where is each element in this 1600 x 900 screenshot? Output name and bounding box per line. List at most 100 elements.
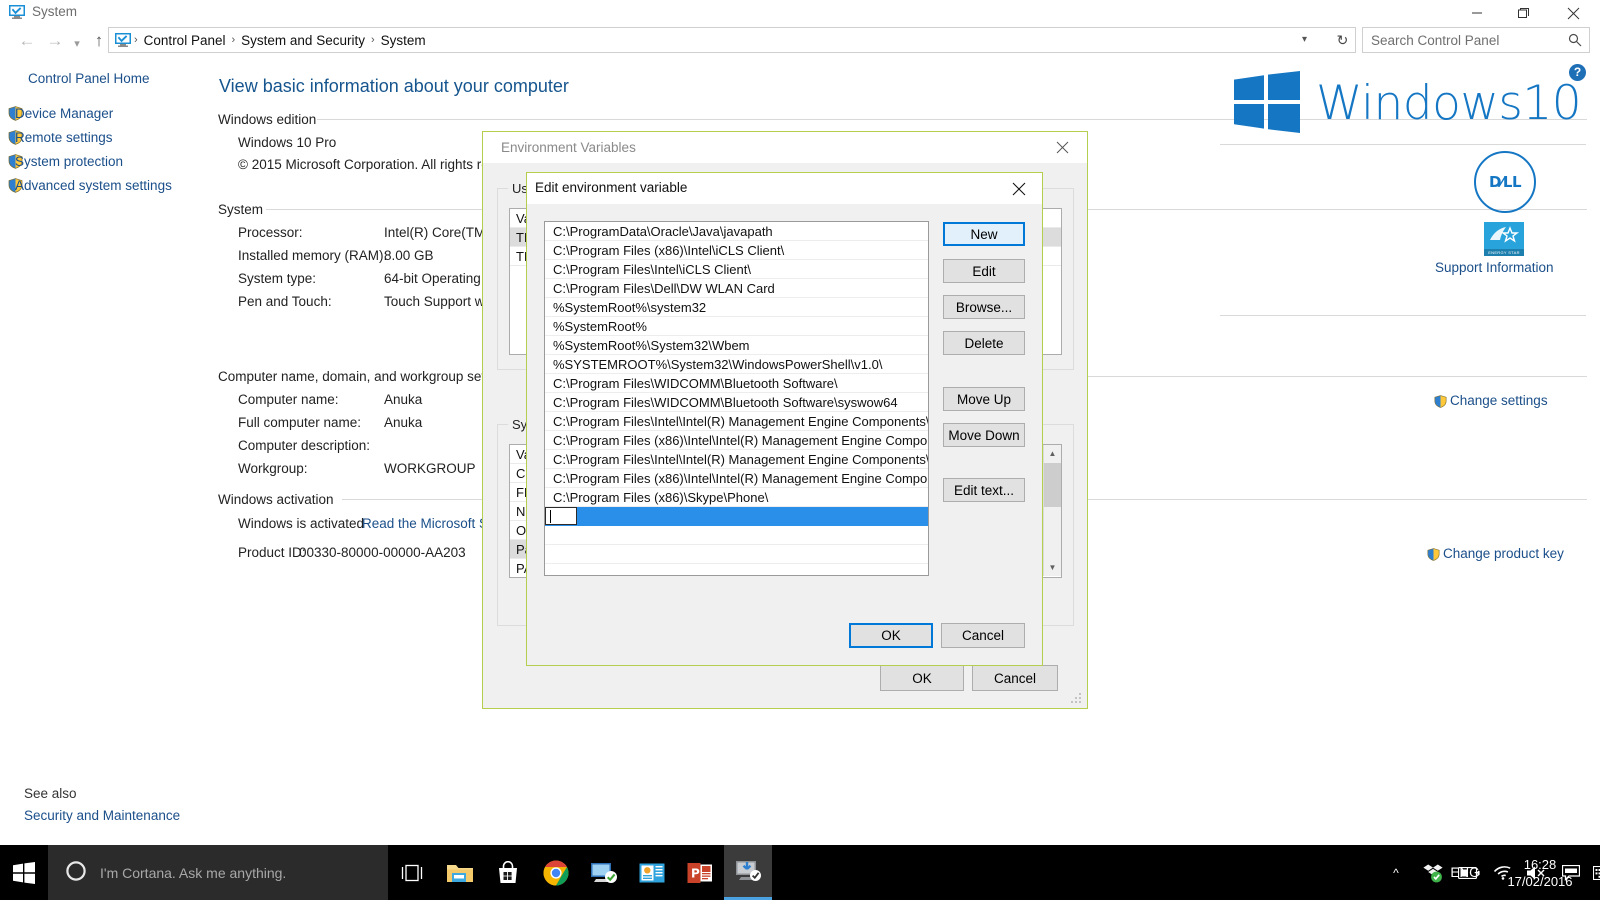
cortana-search-box[interactable]: I'm Cortana. Ask me anything.	[48, 845, 388, 900]
list-item[interactable]	[545, 526, 928, 545]
scroll-up-icon[interactable]: ▲	[1044, 445, 1061, 462]
search-placeholder: Search Control Panel	[1371, 32, 1500, 48]
pen-and-touch-label: Pen and Touch:	[238, 294, 332, 309]
navigation-bar: ← → ▾ ↑ › Control Panel › System and Sec…	[0, 26, 1600, 54]
branding-rule	[1220, 315, 1586, 316]
move-down-button[interactable]: Move Down	[943, 423, 1025, 447]
see-also-heading: See also	[24, 786, 77, 801]
sidebar-item-label: Device Manager	[15, 105, 114, 121]
list-item[interactable]	[545, 564, 928, 575]
breadcrumb[interactable]: › Control Panel › System and Security › …	[108, 27, 1338, 53]
powerpoint-icon[interactable]: P	[676, 845, 724, 900]
support-information-link[interactable]: Support Information	[1435, 260, 1554, 275]
clock[interactable]: 16:28 17/02/2016	[1495, 845, 1585, 900]
breadcrumb-item-system[interactable]: System	[376, 33, 431, 48]
list-item[interactable]	[545, 545, 928, 564]
microsoft-store-icon[interactable]	[484, 845, 532, 900]
close-button[interactable]	[1550, 0, 1596, 26]
taskbar: I'm Cortana. Ask me anything. P ^ ENG 16…	[0, 845, 1600, 900]
svg-text:P: P	[691, 866, 700, 880]
scrollbar-thumb[interactable]	[1044, 463, 1061, 507]
system-type-label: System type:	[238, 271, 317, 286]
env-ok-button[interactable]: OK	[880, 665, 964, 691]
language-indicator[interactable]: ENG	[1445, 845, 1485, 900]
close-icon[interactable]	[998, 173, 1040, 204]
file-explorer-icon[interactable]	[436, 845, 484, 900]
task-view-icon[interactable]	[388, 845, 436, 900]
edit-cancel-button[interactable]: Cancel	[941, 623, 1025, 648]
scroll-down-icon[interactable]: ▼	[1044, 559, 1061, 576]
list-item[interactable]: C:\Program Files (x86)\Skype\Phone\	[545, 488, 928, 507]
new-button[interactable]: New	[943, 222, 1025, 246]
delete-button[interactable]: Delete	[943, 331, 1025, 355]
sidebar-item-label: Remote settings	[15, 129, 113, 145]
path-entries-listbox[interactable]: C:\ProgramData\Oracle\Java\javapath C:\P…	[544, 221, 929, 576]
list-item[interactable]: C:\Program Files\Intel\Intel(R) Manageme…	[545, 450, 928, 469]
search-icon[interactable]	[1568, 33, 1582, 50]
branding-rule	[1220, 144, 1586, 145]
section-heading-windows-edition: Windows edition	[218, 112, 317, 127]
sidebar-item-remote-settings[interactable]: Remote settings	[8, 127, 113, 147]
recent-locations-icon[interactable]: ▾	[68, 32, 86, 54]
change-settings-link[interactable]: Change settings	[1434, 393, 1548, 408]
search-input[interactable]: Search Control Panel	[1362, 27, 1590, 53]
list-item-editing[interactable]	[545, 507, 928, 526]
list-item[interactable]: C:\Program Files\Dell\DW WLAN Card	[545, 279, 928, 298]
teamviewer-icon[interactable]	[580, 845, 628, 900]
close-icon[interactable]	[1041, 132, 1083, 163]
breadcrumb-item-system-and-security[interactable]: System and Security	[236, 33, 370, 48]
list-item[interactable]: C:\Program Files (x86)\Intel\iCLS Client…	[545, 241, 928, 260]
list-item[interactable]: C:\ProgramData\Oracle\Java\javapath	[545, 222, 928, 241]
refresh-icon[interactable]: ↻	[1330, 27, 1356, 53]
list-item[interactable]: C:\Program Files (x86)\Intel\Intel(R) Ma…	[545, 469, 928, 488]
new-path-input[interactable]	[545, 507, 577, 525]
section-heading-computer-name: Computer name, domain, and workgroup set…	[218, 369, 514, 384]
cortana-circle-icon[interactable]	[65, 860, 87, 885]
edit-button[interactable]: Edit	[943, 259, 1025, 283]
resize-grip-icon[interactable]	[1071, 693, 1083, 705]
list-item[interactable]: %SYSTEMROOT%\System32\WindowsPowerShell\…	[545, 355, 928, 374]
list-item[interactable]: %SystemRoot%\system32	[545, 298, 928, 317]
change-product-key-label: Change product key	[1443, 546, 1564, 561]
system-control-panel-icon[interactable]	[724, 845, 772, 900]
sidebar-item-advanced-system-settings[interactable]: Advanced system settings	[8, 175, 172, 195]
processor-label: Processor:	[238, 225, 303, 240]
sidebar-item-device-manager[interactable]: Device Manager	[8, 103, 113, 123]
system-control-panel-window: System ← → ▾ ↑ › Control Panel › System …	[0, 0, 1600, 900]
list-item[interactable]: %SystemRoot%	[545, 317, 928, 336]
change-settings-label: Change settings	[1450, 393, 1548, 408]
move-up-button[interactable]: Move Up	[943, 387, 1025, 411]
system-variables-scrollbar[interactable]: ▲ ▼	[1043, 445, 1061, 576]
sidebar-item-control-panel-home[interactable]: Control Panel Home	[28, 71, 150, 86]
google-chrome-icon[interactable]	[532, 845, 580, 900]
windows-start-icon[interactable]	[0, 845, 48, 900]
minimize-button[interactable]	[1454, 0, 1500, 26]
processor-value: Intel(R) Core(TM) i	[384, 225, 497, 240]
back-arrow-icon[interactable]: ←	[14, 30, 40, 52]
forward-arrow-icon[interactable]: →	[42, 30, 68, 52]
sidebar-item-security-and-maintenance[interactable]: Security and Maintenance	[24, 808, 180, 823]
list-item[interactable]: C:\Program Files\Intel\Intel(R) Manageme…	[545, 412, 928, 431]
installed-memory-label: Installed memory (RAM):	[238, 248, 388, 263]
edit-ok-button[interactable]: OK	[849, 623, 933, 648]
env-cancel-button[interactable]: Cancel	[972, 665, 1058, 691]
list-item[interactable]: %SystemRoot%\System32\Wbem	[545, 336, 928, 355]
list-item[interactable]: C:\Program Files\Intel\iCLS Client\	[545, 260, 928, 279]
show-hidden-icons-chevron[interactable]: ^	[1381, 845, 1411, 900]
browse-button[interactable]: Browse...	[943, 295, 1025, 319]
touch-keyboard-icon[interactable]	[1590, 845, 1600, 900]
breadcrumb-item-control-panel[interactable]: Control Panel	[139, 33, 231, 48]
windows-10-branding: Windows10	[1234, 71, 1582, 136]
list-item[interactable]: C:\Program Files (x86)\Intel\Intel(R) Ma…	[545, 431, 928, 450]
chevron-down-icon[interactable]: ▾	[1302, 34, 1307, 45]
section-heading-system: System	[218, 202, 264, 217]
edit-text-button[interactable]: Edit text...	[943, 478, 1025, 502]
list-item[interactable]: C:\Program Files\WIDCOMM\Bluetooth Softw…	[545, 393, 928, 412]
maximize-button[interactable]	[1500, 0, 1546, 26]
list-item[interactable]: C:\Program Files\WIDCOMM\Bluetooth Softw…	[545, 374, 928, 393]
dell-wordmark: D⁄LL	[1488, 173, 1522, 191]
office-app-icon[interactable]	[628, 845, 676, 900]
dropbox-icon[interactable]	[1418, 845, 1448, 900]
change-product-key-link[interactable]: Change product key	[1427, 546, 1564, 561]
sidebar-item-system-protection[interactable]: System protection	[8, 151, 123, 171]
